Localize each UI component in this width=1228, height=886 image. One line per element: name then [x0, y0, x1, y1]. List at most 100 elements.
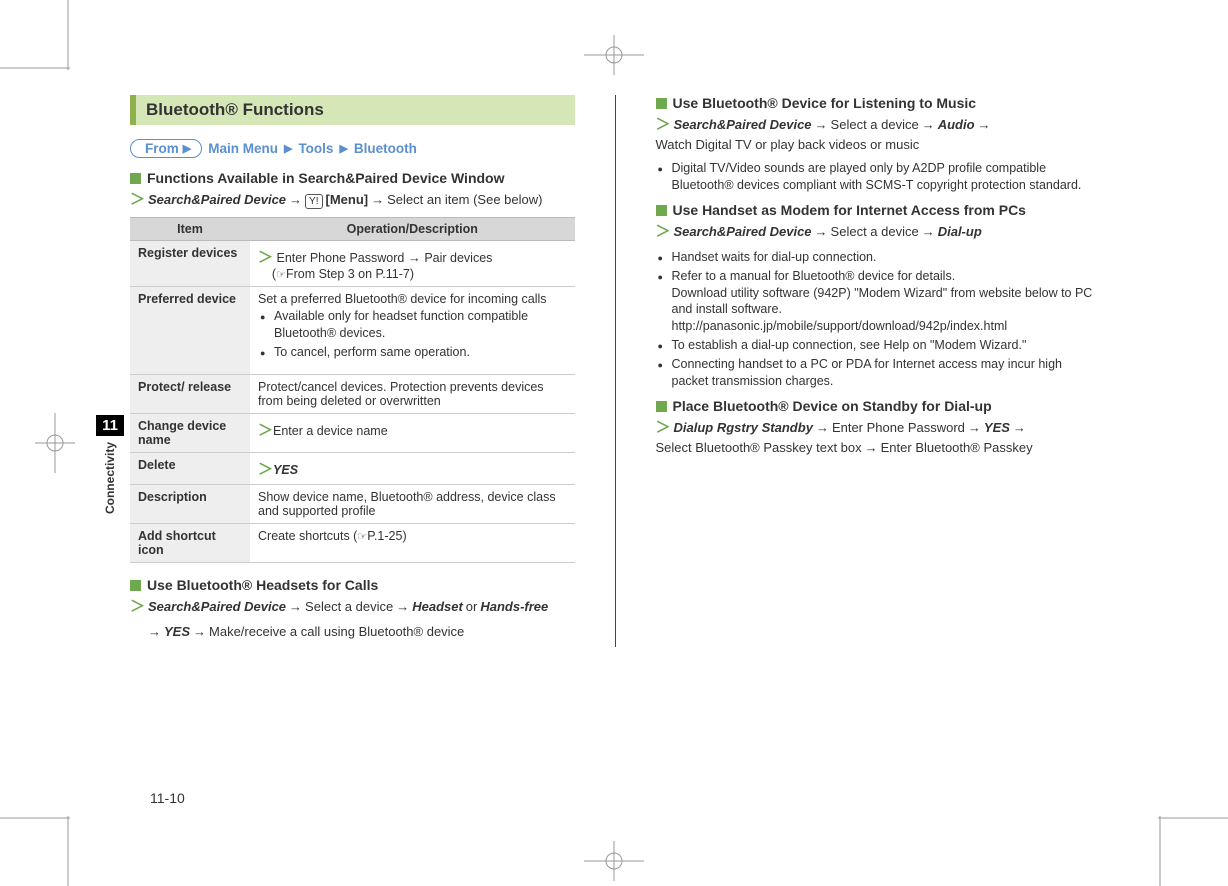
chevron-icon: ＞ [258, 249, 273, 266]
path-standby: ＞ Dialup Rgstry Standby → Enter Phone Pa… [656, 416, 1101, 455]
path-part: Select Bluetooth® Passkey text box [656, 440, 862, 455]
note-bullet: Connecting handset to a PC or PDA for In… [658, 356, 1101, 390]
path-part: Make/receive a call using Bluetooth® dev… [209, 624, 464, 639]
arrow-icon: → [816, 420, 829, 435]
chapter-label: Connectivity [103, 442, 117, 514]
bullet-line: Refer to a manual for Bluetooth® device … [672, 269, 956, 283]
side-tab: 11 Connectivity [96, 415, 124, 520]
heading-modem: Use Handset as Modem for Internet Access… [656, 202, 1101, 218]
path-part: Search&Paired Device [674, 117, 812, 132]
arrow-icon: → [289, 192, 302, 207]
chapter-number: 11 [96, 415, 124, 436]
cell-text: Create shortcuts ( [258, 529, 357, 543]
heading-text: Use Bluetooth® Device for Listening to M… [673, 95, 977, 111]
section-title: Bluetooth® Functions [130, 95, 575, 125]
chevron-icon: ＞ [656, 416, 671, 437]
from-label: From [145, 141, 179, 156]
chevron-icon: ＞ [130, 188, 145, 209]
table-row: Change device name ＞Enter a device name [130, 413, 575, 452]
path-headset: ＞ Search&Paired Device → Select a device… [130, 595, 575, 616]
path-part: Dial-up [938, 224, 982, 239]
path-part: Select a device [831, 117, 919, 132]
table-row: Register devices ＞ Enter Phone Password … [130, 241, 575, 287]
square-bullet-icon [656, 401, 667, 412]
chevron-icon: ＞ [656, 113, 671, 134]
arrow-icon: → [968, 420, 981, 435]
path-dialup: ＞ Search&Paired Device → Select a device… [656, 220, 1101, 241]
arrow-icon: → [193, 624, 206, 639]
path-part: YES [984, 420, 1010, 435]
table-row: Protect/ release Protect/cancel devices.… [130, 374, 575, 413]
path-part: Select a device [831, 224, 919, 239]
cell-text: Pair devices [424, 251, 492, 265]
path-part: Search&Paired Device [674, 224, 812, 239]
heading-text: Use Handset as Modem for Internet Access… [673, 202, 1026, 218]
cell-text: Enter a device name [273, 424, 388, 438]
path-part: [Menu] [326, 192, 369, 207]
path-part: Headset [412, 599, 463, 614]
heading-listening-to-music: Use Bluetooth® Device for Listening to M… [656, 95, 1101, 111]
square-bullet-icon [130, 173, 141, 184]
note-bullet: Refer to a manual for Bluetooth® device … [658, 268, 1101, 336]
arrow-icon: → [408, 250, 421, 265]
note-bullet: Digital TV/Video sounds are played only … [658, 160, 1101, 194]
crumb-main-menu: Main Menu [208, 141, 278, 156]
path-part: Watch Digital TV or play back videos or … [656, 137, 920, 152]
arrow-icon: → [1013, 420, 1026, 435]
path-search-paired-menu: ＞ Search&Paired Device → Y! [Menu] → Sel… [130, 188, 575, 209]
path-part: Hands-free [480, 599, 548, 614]
path-part: Search&Paired Device [148, 599, 286, 614]
th-desc: Operation/Description [250, 218, 575, 241]
cell-text: ) [402, 529, 406, 543]
key-icon: Y! [305, 194, 322, 209]
chevron-icon: ＞ [258, 422, 273, 439]
pointer-icon: ☞ [276, 269, 286, 281]
chevron-icon: ＞ [130, 595, 145, 616]
arrow-icon: → [865, 440, 878, 455]
cell-text: From Step 3 on P.11-7 [286, 267, 410, 281]
square-bullet-icon [656, 205, 667, 216]
arrow-icon: → [396, 599, 409, 614]
square-bullet-icon [656, 98, 667, 109]
arrow-icon: → [815, 117, 828, 132]
note-bullet: To establish a dial-up connection, see H… [658, 337, 1101, 354]
arrow-icon: → [148, 624, 161, 639]
page-number: 11-10 [150, 790, 185, 806]
chevron-icon: ＞ [656, 220, 671, 241]
path-part: Audio [938, 117, 975, 132]
th-item: Item [130, 218, 250, 241]
arrow-icon: → [371, 192, 384, 207]
arrow-icon: → [922, 117, 935, 132]
path-part: YES [164, 624, 190, 639]
table-row: Description Show device name, Bluetooth®… [130, 484, 575, 523]
breadcrumb: From ▶ Main Menu ▶ Tools ▶ Bluetooth [130, 139, 575, 158]
square-bullet-icon [130, 580, 141, 591]
table-row: Add shortcut icon Create shortcuts (☞P.1… [130, 523, 575, 562]
chevron-icon: ＞ [258, 461, 273, 478]
path-audio: ＞ Search&Paired Device → Select a device… [656, 113, 1101, 152]
path-part: Search&Paired Device [148, 192, 286, 207]
heading-standby-dialup: Place Bluetooth® Device on Standby for D… [656, 398, 1101, 414]
crumb-bluetooth: Bluetooth [354, 141, 417, 156]
path-part: Select a device [305, 599, 393, 614]
cell-text: Show device name, Bluetooth® address, de… [250, 484, 575, 523]
bullet-line: Download utility software (942P) "Modem … [672, 286, 1093, 317]
arrow-icon: → [978, 117, 991, 132]
table-row: Delete ＞YES [130, 452, 575, 484]
path-part: Enter Bluetooth® Passkey [881, 440, 1033, 455]
heading-text: Use Bluetooth® Headsets for Calls [147, 577, 378, 593]
operations-table: Item Operation/Description Register devi… [130, 217, 575, 563]
triangle-icon: ▶ [183, 142, 191, 155]
cell-text: Protect/cancel devices. Protection preve… [250, 374, 575, 413]
bullet-line: http://panasonic.jp/mobile/support/downl… [672, 319, 1008, 333]
crumb-tools: Tools [298, 141, 333, 156]
path-headset-cont: → YES → Make/receive a call using Blueto… [148, 624, 575, 639]
column-divider [615, 95, 616, 647]
heading-text: Place Bluetooth® Device on Standby for D… [673, 398, 992, 414]
heading-headsets-for-calls: Use Bluetooth® Headsets for Calls [130, 577, 575, 593]
cell-bullet: To cancel, perform same operation. [260, 344, 567, 361]
heading-text: Functions Available in Search&Paired Dev… [147, 170, 505, 186]
pointer-icon: ☞ [357, 531, 367, 543]
heading-functions-available: Functions Available in Search&Paired Dev… [130, 170, 575, 186]
cell-text: Enter Phone Password [277, 251, 405, 265]
